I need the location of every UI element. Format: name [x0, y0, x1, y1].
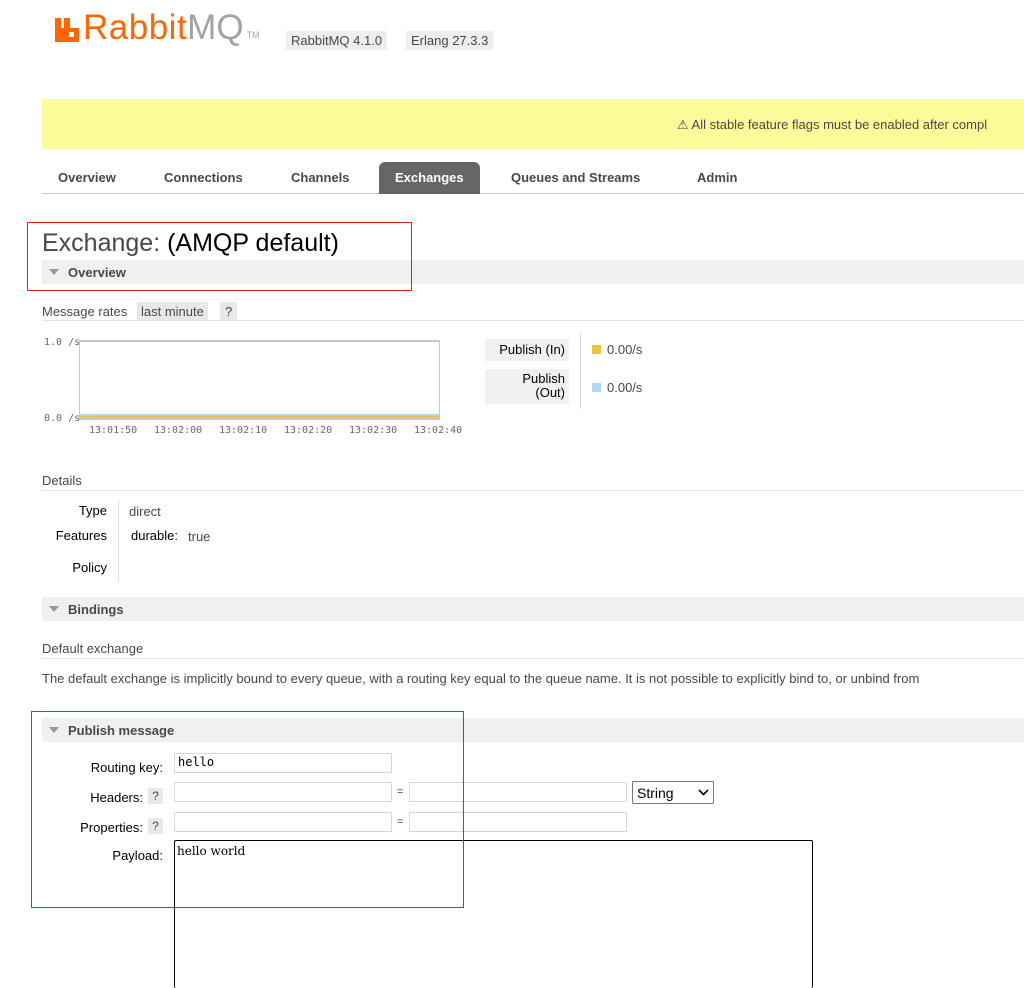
bindings-section-title[interactable]: Bindings	[68, 602, 124, 617]
annotation-highlight-title	[27, 222, 412, 291]
divider	[42, 320, 1024, 321]
legend-publish-out-label: Publish (Out)	[485, 369, 569, 404]
rabbitmq-version: RabbitMQ 4.1.0	[286, 31, 388, 50]
x-tick-label: 13:02:00	[154, 425, 203, 436]
logo-rabbit-text: Rabbit	[83, 8, 188, 47]
y-tick-max: 1.0 /s	[44, 337, 81, 348]
divider	[42, 490, 1024, 491]
publish-out-swatch	[592, 383, 601, 392]
chevron-down-icon	[698, 789, 709, 796]
features-key: Features	[55, 528, 107, 543]
details-heading: Details	[42, 473, 82, 488]
erlang-version: Erlang 27.3.3	[406, 31, 494, 50]
legend-publish-out-line1: Publish	[522, 371, 565, 386]
type-key: Type	[78, 503, 107, 518]
default-exchange-heading: Default exchange	[42, 641, 144, 656]
publish-in-swatch	[592, 345, 601, 354]
policy-key: Policy	[72, 560, 107, 575]
x-tick-label: 13:02:40	[414, 425, 463, 436]
type-value: direct	[129, 504, 161, 519]
divider	[42, 658, 1024, 659]
collapse-triangle-icon[interactable]	[49, 606, 59, 612]
details-divider	[118, 501, 119, 582]
durable-key: durable:	[131, 528, 178, 543]
legend-publish-in-label: Publish (In)	[485, 339, 569, 361]
header-type-select[interactable]: String	[632, 781, 714, 804]
logo-mq-text: MQ	[187, 8, 244, 47]
x-tick-label: 13:02:30	[349, 425, 398, 436]
y-tick-min: 0.0 /s	[44, 413, 81, 424]
annotation-highlight-publish	[31, 711, 464, 908]
tab-queues-and-streams[interactable]: Queues and Streams	[495, 162, 656, 194]
bindings-section-header[interactable]	[42, 597, 1024, 621]
tab-admin[interactable]: Admin	[681, 162, 753, 194]
x-tick-label: 13:02:10	[219, 425, 268, 436]
durable-value: true	[188, 529, 211, 544]
header-type-selected: String	[637, 784, 674, 801]
tab-connections[interactable]: Connections	[148, 162, 259, 194]
chart-plot-area	[80, 414, 439, 417]
publish-in-rate: 0.00/s	[607, 342, 643, 357]
default-exchange-description: The default exchange is implicitly bound…	[42, 671, 920, 686]
tab-channels[interactable]: Channels	[275, 162, 366, 194]
legend-divider	[580, 333, 581, 409]
rate-period-selector[interactable]: last minute	[137, 302, 208, 321]
legend-publish-out-line2: (Out)	[535, 385, 565, 400]
rabbitmq-logo[interactable]: Rabbit MQ TM	[54, 10, 260, 46]
message-rates-chart	[79, 340, 440, 420]
tab-overview[interactable]: Overview	[42, 162, 132, 194]
x-tick-label: 13:02:20	[284, 425, 333, 436]
publish-out-rate: 0.00/s	[607, 380, 643, 395]
logo-trademark: TM	[246, 30, 260, 40]
message-rates-help[interactable]: ?	[220, 302, 238, 321]
message-rates-label: Message rates	[42, 304, 128, 319]
x-tick-label: 13:01:50	[89, 425, 138, 436]
rabbitmq-logo-icon	[55, 18, 79, 42]
banner-text: ⚠ All stable feature flags must be enabl…	[677, 117, 988, 132]
tab-exchanges[interactable]: Exchanges	[379, 162, 480, 194]
